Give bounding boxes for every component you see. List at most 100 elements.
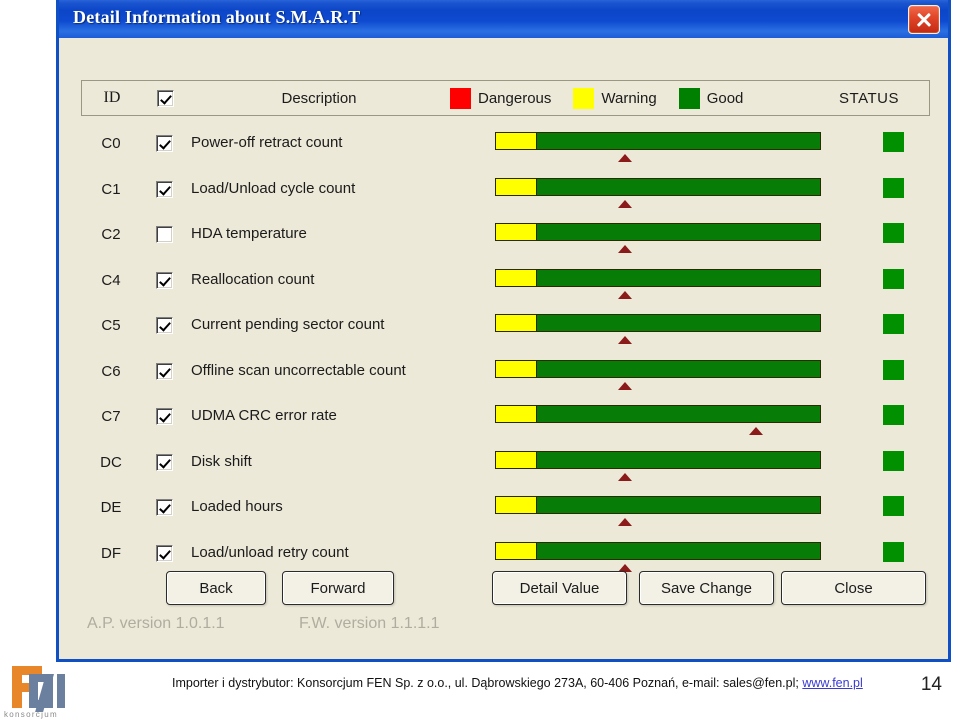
fw-version-label: F.W. version 1.1.1.1 (299, 615, 440, 632)
table-row: DC Disk shift (81, 445, 930, 491)
select-all-checkbox[interactable] (156, 89, 174, 107)
row-id: DC (100, 453, 122, 471)
legend-warning: Warning (573, 87, 657, 109)
row-value-marker-icon (618, 336, 633, 344)
row-id: C7 (101, 408, 121, 425)
row-checkbox-cell (141, 135, 187, 152)
row-enable-checkbox[interactable] (155, 453, 173, 471)
row-value-marker-icon (748, 427, 763, 435)
window-titlebar: Detail Information about S.M.A.R.T (59, 0, 948, 38)
smart-attribute-list: C0 Power-off retract count C1 Load/Unload c… (81, 126, 930, 581)
footer-contact-line: Importer i dystrybutor: Konsorcjum FEN S… (172, 676, 803, 690)
row-description: UDMA CRC error rate (191, 407, 337, 424)
row-description: Disk shift (191, 452, 252, 470)
row-description: Load/Unload cycle count (191, 179, 356, 197)
row-status-indicator (883, 496, 904, 516)
row-health-bar[interactable] (495, 177, 821, 196)
row-health-bar[interactable] (495, 496, 821, 514)
close-window-button[interactable] (908, 5, 940, 34)
row-health-bar[interactable] (495, 132, 821, 150)
row-id: C5 (101, 317, 121, 334)
row-id: C2 (101, 226, 121, 243)
row-value-marker-icon (618, 199, 633, 208)
row-health-bar[interactable] (495, 223, 821, 241)
table-row: C1 Load/Unload cycle count (81, 172, 930, 218)
table-row: C0 Power-off retract count (81, 126, 930, 172)
row-enable-checkbox[interactable] (155, 317, 173, 334)
header-status-label: STATUS (839, 89, 899, 107)
page-footer: konsorcjum Importer i dystrybutor: Konso… (0, 662, 960, 726)
row-enable-checkbox[interactable] (155, 499, 173, 516)
row-id: C4 (101, 271, 121, 289)
row-checkbox-cell (141, 544, 187, 562)
row-description: Loaded hours (191, 498, 283, 515)
table-row: C4 Reallocation count (81, 263, 930, 309)
legend-good-label: Good (706, 89, 744, 107)
table-row: C2 HDA temperature (81, 217, 930, 263)
dialog-button-bar: Back Forward Detail Value Save Change Cl… (81, 571, 930, 607)
bar-good-segment (536, 406, 820, 422)
row-value-marker-icon (618, 472, 633, 481)
row-description: HDA temperature (191, 225, 307, 242)
row-enable-checkbox[interactable] (155, 544, 173, 562)
row-health-bar[interactable] (495, 359, 821, 378)
forward-button[interactable]: Forward (282, 571, 394, 605)
smart-detail-window: Detail Information about S.M.A.R.T ID De… (56, 0, 951, 662)
row-value-marker-icon (618, 518, 633, 526)
bar-warning-segment (496, 224, 537, 240)
warning-swatch-icon (573, 87, 595, 109)
bar-warning-segment (496, 269, 537, 286)
table-row: C5 Current pending sector count (81, 308, 930, 354)
row-enable-checkbox[interactable] (155, 271, 173, 289)
bar-warning-segment (496, 315, 537, 331)
row-checkbox-cell (141, 362, 187, 380)
row-health-bar[interactable] (495, 541, 821, 560)
row-id: C0 (101, 135, 121, 152)
dangerous-swatch-icon (450, 87, 471, 109)
row-checkbox-cell (141, 499, 187, 516)
row-health-bar[interactable] (495, 268, 821, 287)
good-swatch-icon (678, 87, 700, 109)
version-strip: A.P. version 1.0.1.1 F.W. version 1.1.1.… (81, 615, 930, 637)
footer-website-link[interactable]: www.fen.pl (802, 676, 862, 690)
row-status-indicator (883, 132, 904, 152)
row-id: C1 (101, 180, 121, 198)
bar-warning-segment (496, 497, 537, 513)
logo-caption: konsorcjum (4, 710, 58, 719)
row-status-indicator (883, 541, 904, 562)
bar-good-segment (536, 315, 820, 331)
row-enable-checkbox[interactable] (155, 226, 173, 243)
dialog-body: ID Description Dangerous Warning Good ST… (59, 38, 948, 659)
row-status-indicator (883, 450, 904, 471)
back-button[interactable]: Back (166, 571, 266, 605)
row-enable-checkbox[interactable] (155, 362, 173, 380)
window-title: Detail Information about S.M.A.R.T (73, 7, 361, 27)
bar-warning-segment (496, 133, 537, 149)
row-enable-checkbox[interactable] (155, 135, 173, 152)
header-id-label: ID (103, 89, 121, 106)
row-checkbox-cell (141, 226, 187, 243)
row-status-indicator (883, 177, 904, 198)
row-status-indicator (883, 405, 904, 425)
row-checkbox-cell (141, 408, 187, 425)
row-status-indicator (883, 223, 904, 243)
row-enable-checkbox[interactable] (155, 180, 173, 198)
row-health-bar[interactable] (495, 405, 821, 423)
row-checkbox-cell (141, 271, 187, 289)
row-description: Reallocation count (191, 270, 315, 288)
bar-warning-segment (496, 451, 537, 468)
save-change-button[interactable]: Save Change (639, 571, 774, 605)
legend-good: Good (678, 87, 744, 109)
row-health-bar[interactable] (495, 450, 821, 469)
table-row: C7 UDMA CRC error rate (81, 399, 930, 445)
table-row: DE Loaded hours (81, 490, 930, 536)
close-button[interactable]: Close (781, 571, 926, 605)
row-status-indicator (883, 268, 904, 289)
row-health-bar[interactable] (495, 314, 821, 332)
row-value-marker-icon (618, 381, 633, 390)
bar-warning-segment (496, 360, 537, 377)
bar-good-segment (536, 269, 820, 286)
row-enable-checkbox[interactable] (155, 408, 173, 425)
detail-value-button[interactable]: Detail Value (492, 571, 627, 605)
row-checkbox-cell (141, 317, 187, 334)
